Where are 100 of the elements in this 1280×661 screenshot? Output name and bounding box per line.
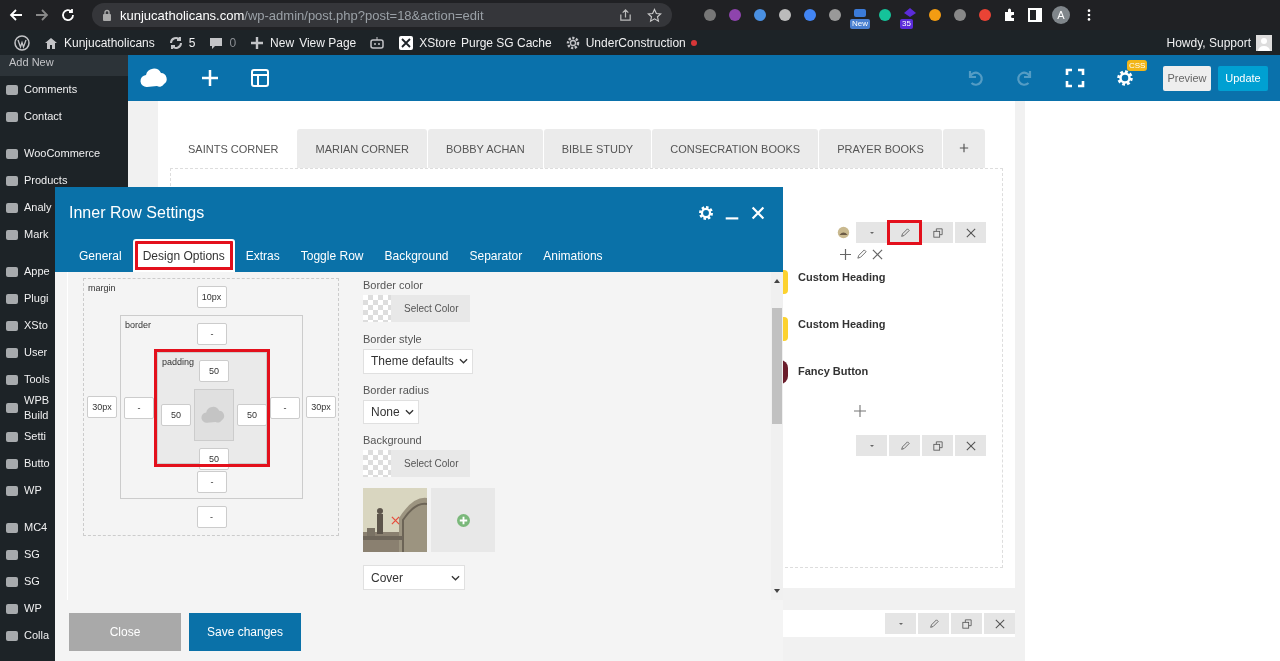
sidebar-menu-item[interactable]: Appe	[24, 264, 50, 279]
section-tab[interactable]: CONSECRATION BOOKS	[652, 129, 819, 168]
color-picker[interactable]: Select Color	[363, 450, 471, 478]
margin-left-field[interactable]: 30px	[87, 396, 117, 418]
border-right-field[interactable]: -	[270, 397, 300, 419]
extension-icon[interactable]	[752, 7, 768, 23]
extension-icon[interactable]	[977, 7, 993, 23]
fullscreen-icon[interactable]	[1065, 68, 1085, 88]
extension-icon[interactable]	[777, 7, 793, 23]
padding-left-field[interactable]: 50	[161, 404, 191, 426]
settings-icon[interactable]	[697, 203, 715, 222]
border-left-field[interactable]: -	[124, 397, 154, 419]
padding-right-field[interactable]: 50	[237, 404, 267, 426]
sidebar-menu-item[interactable]: WP	[24, 483, 42, 498]
close-button[interactable]	[955, 222, 986, 243]
down-arrow-icon[interactable]	[773, 588, 781, 594]
margin-right-field[interactable]: 30px	[306, 396, 336, 418]
settings-tab[interactable]: Toggle Row	[290, 239, 374, 272]
robot-icon[interactable]	[369, 34, 386, 51]
menu-icon[interactable]	[1087, 8, 1091, 22]
xstore-link[interactable]: XStore	[419, 35, 456, 50]
sidebar-menu-item[interactable]: Plugi	[24, 291, 49, 306]
close-button[interactable]	[955, 435, 986, 456]
sidebar-menu-item[interactable]: MC4	[24, 520, 48, 535]
up-arrow-icon[interactable]	[773, 278, 781, 284]
margin-top-field[interactable]: 10px	[196, 286, 227, 308]
sidebar-menu-item[interactable]: Colla	[24, 628, 50, 643]
sidebar-menu-item[interactable]: User	[24, 345, 48, 360]
extension-icon[interactable]	[877, 7, 893, 23]
updates-count[interactable]: 5	[188, 35, 196, 50]
element-label[interactable]: Fancy Button	[798, 364, 869, 378]
margin-bottom-field[interactable]: -	[196, 506, 227, 528]
forward-icon[interactable]	[34, 7, 50, 23]
edit-button[interactable]	[889, 222, 920, 243]
extension-icon[interactable]	[952, 7, 968, 23]
duplicate-button[interactable]	[922, 435, 953, 456]
settings-tab[interactable]: Separator	[459, 239, 533, 272]
sidebar-menu-item[interactable]: Butto	[24, 456, 50, 471]
extension-icon[interactable]	[802, 7, 818, 23]
section-tab[interactable]: MARIAN CORNER	[297, 129, 427, 168]
view-page-link[interactable]: View Page	[299, 35, 357, 50]
sidebar-menu-item[interactable]: Contact	[24, 109, 62, 124]
site-link[interactable]: Kunjucatholicans	[64, 35, 155, 50]
sidebar-menu-item[interactable]: Tools	[24, 372, 50, 387]
profile-avatar[interactable]: A	[1052, 6, 1070, 24]
comments-count[interactable]: 0	[229, 35, 237, 50]
padding-bottom-field[interactable]: 50	[199, 448, 229, 470]
scrollbar[interactable]	[771, 272, 783, 600]
settings-tab[interactable]: Design Options	[132, 239, 235, 272]
section-tab[interactable]: PRAYER BOOKS	[819, 129, 942, 168]
sidebar-menu-item[interactable]: Products	[24, 173, 68, 188]
side-panel-icon[interactable]	[1027, 7, 1043, 23]
save-changes-button[interactable]: Save changes	[189, 613, 301, 651]
background-size-select[interactable]: Cover	[363, 565, 465, 590]
settings-tab[interactable]: General	[69, 239, 132, 272]
border-radius-select[interactable]: None	[363, 399, 419, 425]
cloud-logo-icon[interactable]	[140, 67, 170, 89]
share-icon[interactable]	[618, 7, 633, 23]
sidebar-menu-item[interactable]: SG	[24, 574, 40, 589]
border-style-select[interactable]: Theme defaults	[363, 349, 473, 374]
sidebar-menu-item[interactable]: Mark	[24, 227, 49, 242]
sidebar-menu-item[interactable]: Comments	[24, 82, 78, 97]
pencil-icon[interactable]	[856, 249, 867, 260]
close-button[interactable]	[984, 613, 1015, 634]
color-picker[interactable]: Select Color	[363, 295, 471, 322]
sidebar-menu-item[interactable]: SG	[24, 547, 40, 562]
extension-icon[interactable]	[827, 7, 843, 23]
reload-icon[interactable]	[60, 7, 76, 23]
purge-cache-link[interactable]: Purge SG Cache	[460, 35, 552, 50]
border-top-field[interactable]: -	[197, 323, 227, 345]
duplicate-button[interactable]	[922, 222, 953, 243]
settings-icon[interactable]	[1115, 68, 1135, 88]
settings-tab[interactable]: Background	[374, 239, 459, 272]
settings-tab[interactable]: Animations	[533, 239, 613, 272]
sidebar-menu-item[interactable]: XSto	[24, 318, 48, 333]
extension-icon[interactable]	[927, 7, 943, 23]
remove-icon[interactable]	[391, 516, 400, 526]
close-icon[interactable]	[872, 249, 883, 260]
section-tab[interactable]: BIBLE STUDY	[543, 129, 652, 168]
sidebar-menu-item[interactable]: WP	[24, 601, 42, 616]
settings-tab[interactable]: Extras	[235, 239, 290, 272]
add-icon[interactable]	[854, 405, 866, 417]
greeting-link[interactable]: Howdy, Support	[1166, 35, 1251, 50]
address-bar[interactable]: kunjucatholicans.com/wp-admin/post.php?post=18&action=edit	[92, 3, 672, 27]
under-construction-link[interactable]: UnderConstruction	[585, 35, 686, 50]
back-icon[interactable]	[8, 7, 24, 23]
add-icon[interactable]	[840, 249, 851, 260]
new-link[interactable]: New	[270, 35, 295, 50]
sidebar-menu-item[interactable]: WPB Build	[24, 393, 50, 423]
sidebar-menu-item[interactable]: Analy	[24, 200, 52, 215]
border-bottom-field[interactable]: -	[197, 471, 227, 493]
padding-top-field[interactable]: 50	[199, 360, 229, 382]
section-tab[interactable]: BOBBY ACHAN	[428, 129, 543, 168]
star-icon[interactable]	[647, 7, 662, 23]
preview-button[interactable]: Preview	[1163, 65, 1211, 91]
layout-icon[interactable]	[250, 68, 270, 88]
user-avatar-icon[interactable]	[1256, 34, 1272, 51]
element-label[interactable]: Custom Heading	[798, 317, 886, 331]
sidebar-menu-item[interactable]: WooCommerce	[24, 146, 101, 161]
sidebar-menu-item[interactable]: Setti	[24, 429, 46, 444]
